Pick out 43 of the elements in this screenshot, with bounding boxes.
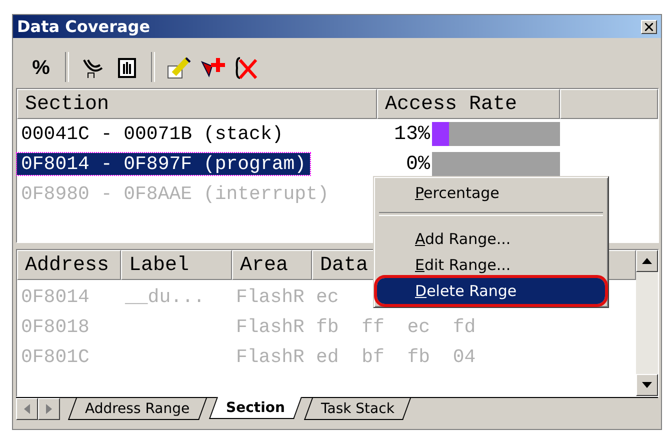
- menu-item[interactable]: Delete Range: [377, 278, 605, 304]
- menu-item[interactable]: Add Range...: [377, 226, 605, 252]
- tab-scroll-left-button[interactable]: [16, 398, 38, 420]
- down-arrow-icon: [642, 382, 652, 388]
- menu-item[interactable]: Edit Range...: [377, 252, 605, 278]
- right-arrow-icon: [46, 404, 52, 414]
- left-arrow-icon: [24, 404, 30, 414]
- table-cell-text: FlashR: [235, 286, 306, 308]
- close-button[interactable]: [641, 20, 657, 34]
- column-header[interactable]: Label: [121, 250, 232, 280]
- table-cell-text: ec: [315, 286, 340, 308]
- table-cell-text: FlashR: [235, 346, 306, 368]
- tab[interactable]: Section: [208, 397, 302, 419]
- pencil-note-icon: [166, 56, 192, 80]
- table-cell-text: __du...: [124, 286, 206, 308]
- scroll-down-button[interactable]: [636, 374, 658, 396]
- access-rate: 13%: [392, 122, 430, 146]
- column-header[interactable]: Section: [17, 89, 377, 119]
- tab[interactable]: Task Stack: [304, 398, 411, 420]
- bars-icon: [117, 56, 137, 80]
- table-cell-text: 0F801C: [20, 346, 90, 368]
- access-rate: 0%: [404, 152, 430, 176]
- scrollbar[interactable]: [636, 250, 658, 396]
- percentage-button[interactable]: %: [27, 54, 55, 82]
- table-cell-text: 0F8018: [20, 316, 90, 338]
- section-row[interactable]: 00041C - 00071B (stack): [17, 123, 288, 145]
- column-header[interactable]: Address: [17, 250, 121, 280]
- table-cell-text: fb ff ec fd: [315, 316, 477, 338]
- close-icon: [645, 22, 653, 30]
- menu-item[interactable]: Percentage: [377, 180, 605, 206]
- section-row[interactable]: 0F8014 - 0F897F (program): [17, 153, 310, 175]
- table-cell-text: FlashR: [235, 316, 306, 338]
- up-arrow-icon: [642, 258, 652, 264]
- scroll-up-button[interactable]: [636, 250, 658, 272]
- column-header[interactable]: Area: [232, 250, 312, 280]
- tab[interactable]: Address Range: [68, 398, 207, 420]
- table-cell-text: ed bf fb 04: [315, 346, 477, 368]
- tab-scroll-right-button[interactable]: [38, 398, 60, 420]
- column-header[interactable]: Access Rate: [377, 89, 560, 119]
- add-marker-icon: [200, 56, 226, 80]
- delete-x-icon: [234, 56, 260, 80]
- window-title: Data Coverage: [17, 17, 150, 36]
- table-cell-text: 0F8014: [20, 286, 90, 308]
